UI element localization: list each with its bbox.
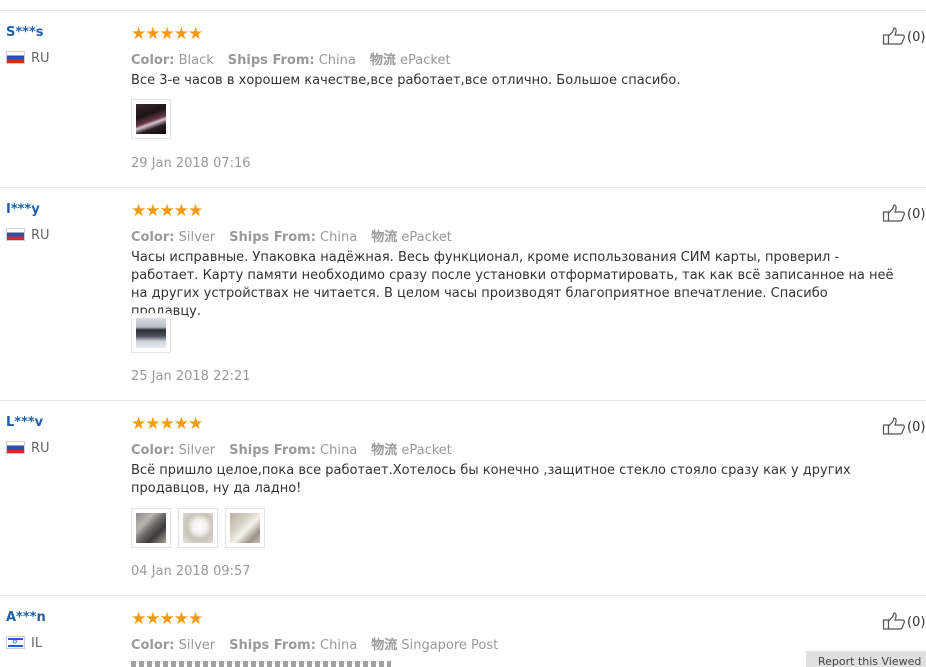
logistics-label: 物流 bbox=[371, 230, 398, 245]
review-date: 25 Jan 2018 22:21 bbox=[131, 369, 251, 384]
logistics-value: Singapore Post bbox=[401, 638, 499, 653]
russia-flag-icon bbox=[6, 441, 25, 454]
russia-flag-icon bbox=[6, 51, 25, 64]
star-rating: ★★★★★ bbox=[131, 609, 203, 629]
review-item: I***y RU ★★★★★ Color: Silver Ships From: … bbox=[0, 188, 926, 400]
country-code: RU bbox=[31, 228, 50, 243]
ships-from-value: China bbox=[320, 443, 358, 458]
report-tooltip-tab[interactable]: Report this Viewed bbox=[806, 651, 926, 667]
logistics-value: ePacket bbox=[401, 443, 452, 458]
israel-flag-icon: ✡ bbox=[6, 636, 25, 649]
reviewer-name[interactable]: I***y bbox=[6, 202, 40, 217]
reviewer-country: RU bbox=[6, 228, 50, 243]
logistics-value: ePacket bbox=[400, 53, 451, 68]
thumbs-up-icon bbox=[882, 27, 905, 45]
ships-from-label: Ships From: bbox=[227, 53, 315, 68]
color-label: Color: bbox=[131, 230, 175, 245]
like-button[interactable]: (0) bbox=[882, 27, 925, 45]
review-date: 29 Jan 2018 07:16 bbox=[131, 156, 251, 171]
reviewer-country: RU bbox=[6, 441, 50, 456]
review-item: S***s RU ★★★★★ Color: Black Ships From: C… bbox=[0, 11, 926, 187]
like-count: (0) bbox=[907, 207, 926, 222]
review-text: Часы исправные. Упаковка надёжная. Весь … bbox=[131, 250, 894, 319]
ships-from-label: Ships From: bbox=[229, 230, 316, 245]
color-value: Black bbox=[178, 53, 214, 68]
order-info: Color: Silver Ships From: China 物流 ePacket bbox=[131, 226, 452, 245]
ships-from-value: China bbox=[320, 230, 358, 245]
logistics-value: ePacket bbox=[401, 230, 452, 245]
review-text: Всё пришло целое,пока все работает.Хотел… bbox=[131, 463, 851, 496]
like-button[interactable]: (0) bbox=[882, 417, 925, 435]
reviewer-country: RU bbox=[6, 51, 50, 66]
color-label: Color: bbox=[131, 53, 175, 68]
review-date: 04 Jan 2018 09:57 bbox=[131, 564, 251, 579]
ships-from-label: Ships From: bbox=[229, 638, 316, 653]
logistics-label: 物流 bbox=[371, 638, 398, 653]
thumbs-up-icon bbox=[882, 417, 905, 435]
ships-from-value: China bbox=[318, 53, 356, 68]
like-count: (0) bbox=[907, 30, 926, 45]
like-count: (0) bbox=[907, 615, 926, 630]
ships-from-label: Ships From: bbox=[229, 443, 316, 458]
order-info: Color: Black Ships From: China 物流 ePacket bbox=[131, 49, 451, 68]
order-info: Color: Silver Ships From: China 物流 ePacket bbox=[131, 439, 452, 458]
review-text-cutoff bbox=[131, 661, 391, 667]
russia-flag-icon bbox=[6, 228, 25, 241]
country-code: RU bbox=[31, 441, 50, 456]
review-photo-thumbnail[interactable] bbox=[131, 508, 171, 548]
logistics-label: 物流 bbox=[371, 443, 398, 458]
review-photo-thumbnail[interactable] bbox=[225, 508, 265, 548]
review-photo-thumbnail[interactable] bbox=[131, 313, 171, 353]
order-info: Color: Silver Ships From: China 物流 Singapo… bbox=[131, 634, 498, 653]
color-label: Color: bbox=[131, 443, 175, 458]
review-photo-thumbnail[interactable] bbox=[178, 508, 218, 548]
ships-from-value: China bbox=[320, 638, 358, 653]
review-item: L***v RU ★★★★★ Color: Silver Ships From: … bbox=[0, 401, 926, 595]
review-item: A***n ✡ IL ★★★★★ Color: Silver Ships From:… bbox=[0, 596, 926, 667]
like-button[interactable]: (0) bbox=[882, 204, 925, 222]
like-button[interactable]: (0) bbox=[882, 612, 925, 630]
star-rating: ★★★★★ bbox=[131, 24, 203, 44]
reviewer-country: ✡ IL bbox=[6, 636, 42, 651]
country-code: IL bbox=[31, 636, 43, 651]
star-rating: ★★★★★ bbox=[131, 201, 203, 221]
reviewer-name[interactable]: A***n bbox=[6, 610, 46, 625]
like-count: (0) bbox=[907, 420, 926, 435]
logistics-label: 物流 bbox=[369, 53, 396, 68]
review-text: Все 3-е часов в хорошем качестве,все раб… bbox=[131, 73, 681, 88]
color-value: Silver bbox=[178, 638, 216, 653]
thumbs-up-icon bbox=[882, 204, 905, 222]
color-label: Color: bbox=[131, 638, 175, 653]
thumbs-up-icon bbox=[882, 612, 905, 630]
color-value: Silver bbox=[178, 443, 216, 458]
star-rating: ★★★★★ bbox=[131, 414, 203, 434]
review-photo-thumbnail[interactable] bbox=[131, 99, 171, 139]
reviewer-name[interactable]: L***v bbox=[6, 415, 43, 430]
country-code: RU bbox=[31, 51, 50, 66]
reviewer-name[interactable]: S***s bbox=[6, 25, 44, 40]
color-value: Silver bbox=[178, 230, 216, 245]
